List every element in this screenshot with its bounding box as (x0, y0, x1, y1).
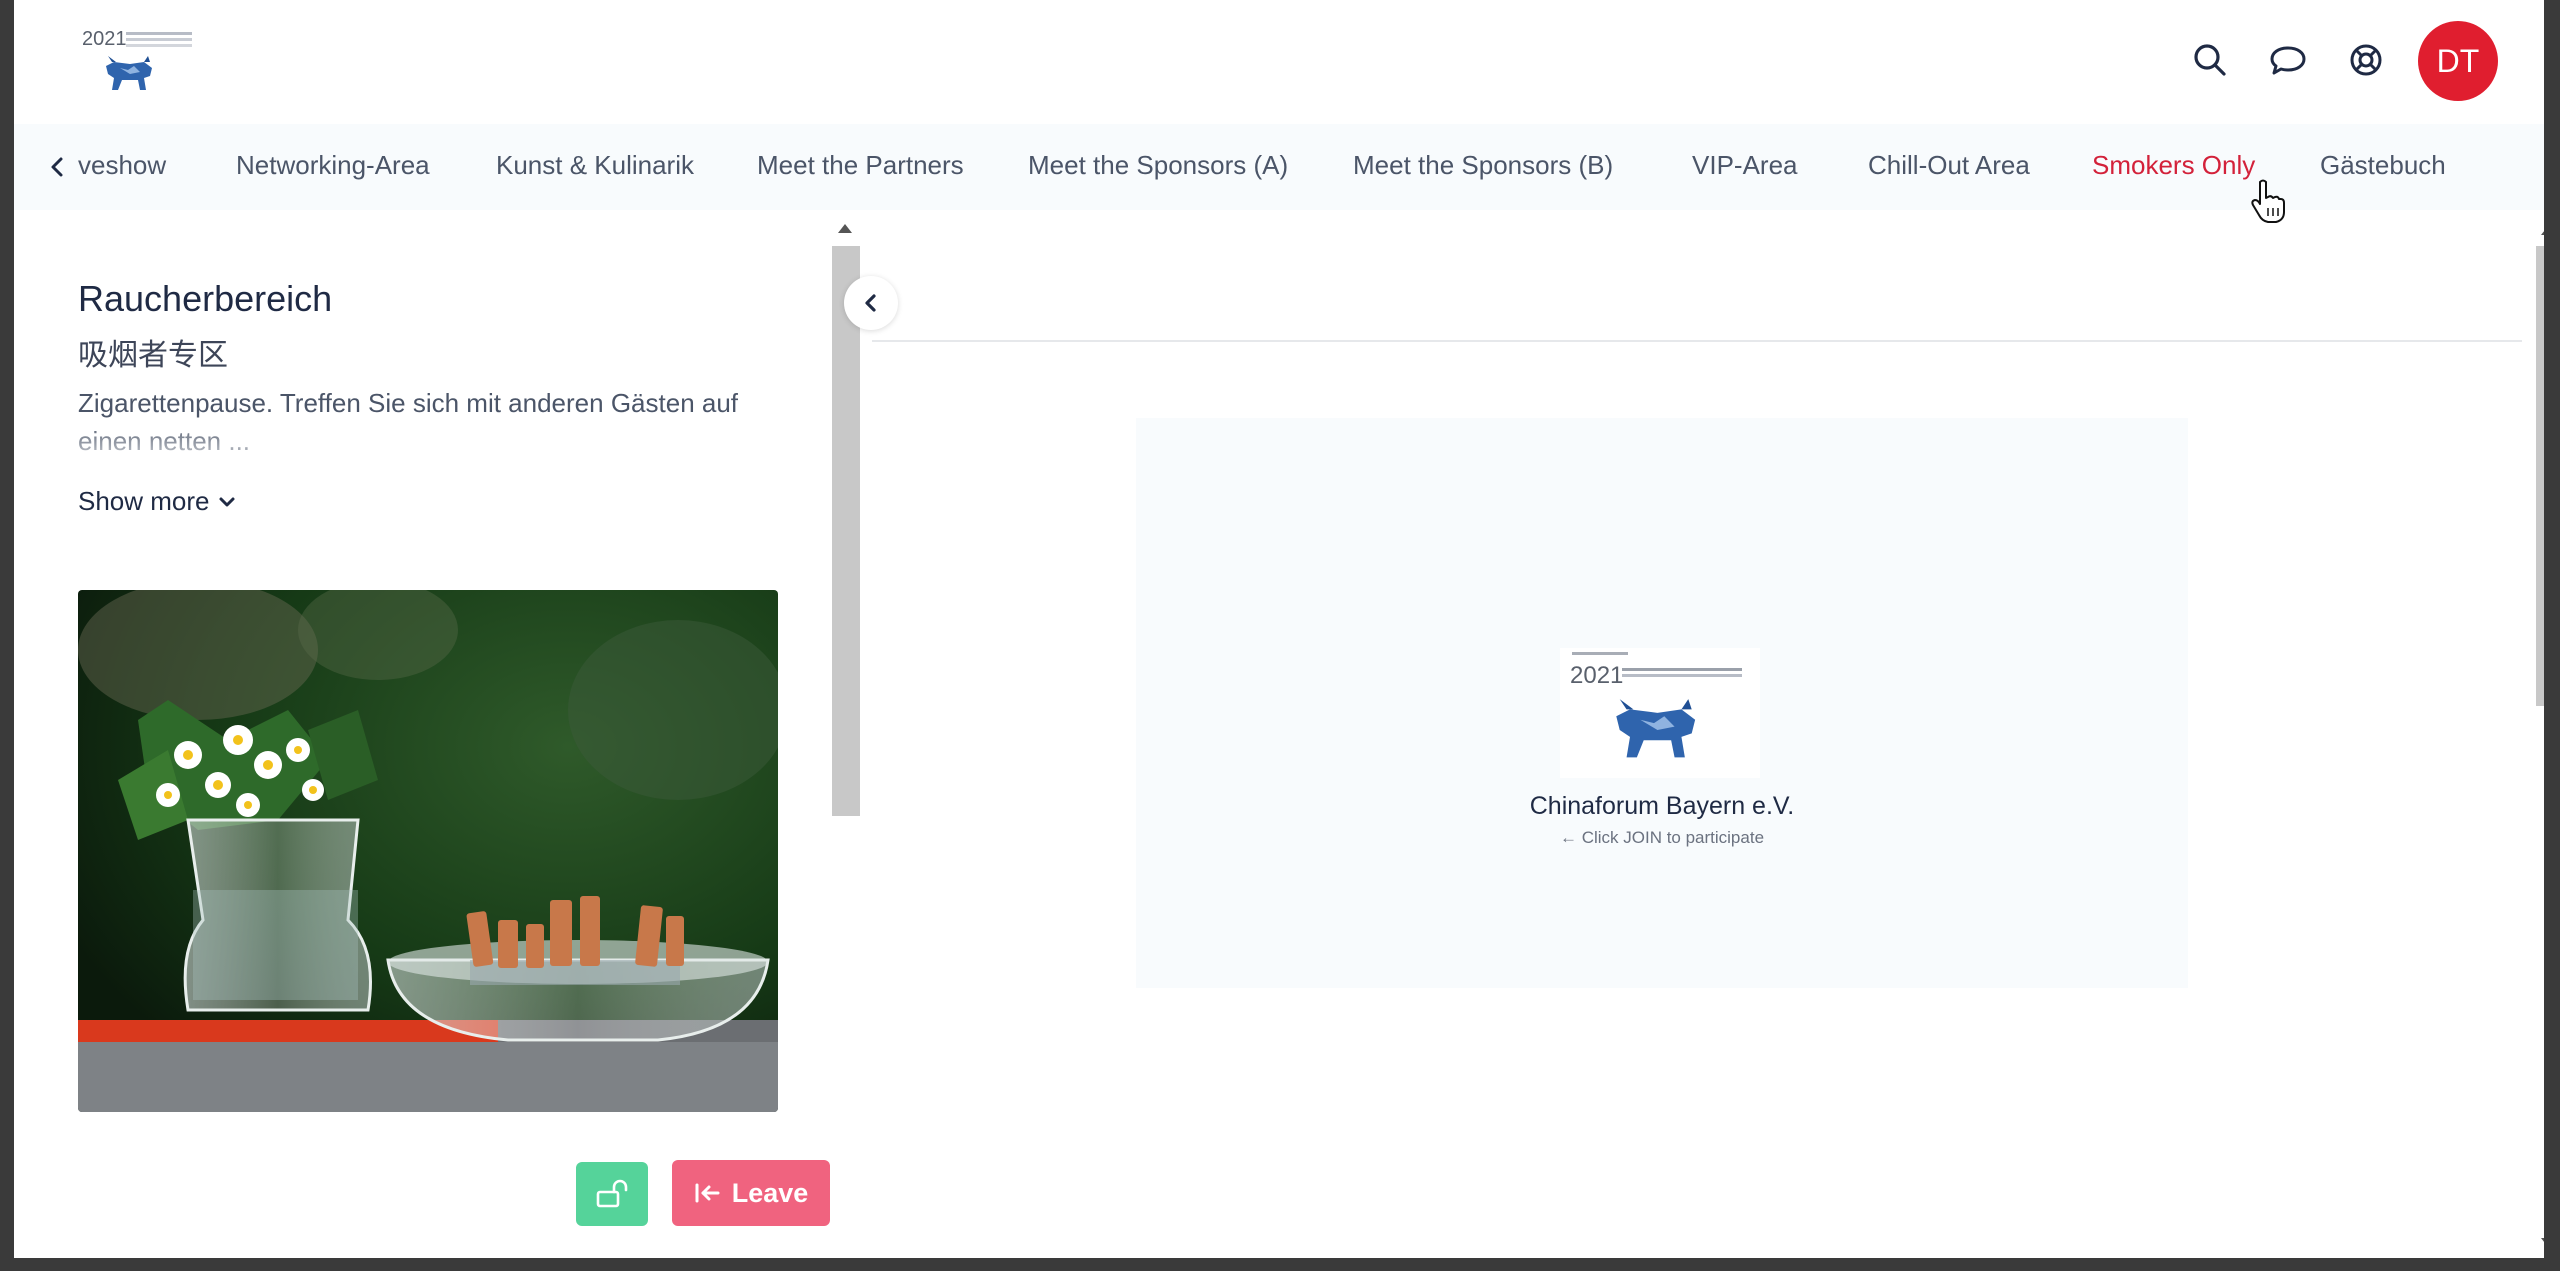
tab-networking-area[interactable]: Networking-Area (236, 150, 430, 181)
show-more-label: Show more (78, 486, 210, 516)
show-more-link[interactable]: Show more (78, 486, 236, 517)
leave-label: Leave (731, 1177, 809, 1208)
collapse-panel-button[interactable] (844, 276, 898, 330)
help-lifebuoy-icon[interactable] (2346, 40, 2386, 80)
room-info-panel: Raucherbereich 吸烟者专区 Zigarettenpause. Tr… (14, 214, 860, 1258)
chevron-left-icon (865, 294, 876, 312)
tab-vip-area[interactable]: VIP-Area (1692, 150, 1798, 181)
divider (872, 340, 2522, 342)
chevron-left-icon[interactable] (40, 150, 74, 184)
tab-smokers-only[interactable]: Smokers Only (2092, 150, 2255, 181)
tab-meet-the-sponsors-a[interactable]: Meet the Sponsors (A) (1028, 150, 1288, 181)
tab-kunst-kulinarik[interactable]: Kunst & Kulinarik (496, 150, 694, 181)
tab-chill-out-area[interactable]: Chill-Out Area (1868, 150, 2030, 181)
tab-meet-the-sponsors-b[interactable]: Meet the Sponsors (B) (1353, 150, 1613, 181)
user-avatar[interactable]: DT (2418, 21, 2498, 101)
unlock-icon (596, 1179, 628, 1208)
room-photo (78, 590, 778, 1112)
tab-liveshow[interactable]: veshow (78, 150, 166, 181)
tab-gaestebuch[interactable]: Gästebuch (2320, 150, 2446, 181)
chevron-down-icon (218, 486, 236, 517)
search-icon[interactable] (2190, 40, 2230, 80)
leave-button[interactable]: Leave (672, 1160, 830, 1226)
organizer-logo-year: 2021 (1570, 662, 1624, 689)
bull-icon (1616, 699, 1696, 758)
exit-arrow-icon (695, 1183, 720, 1203)
bull-icon (106, 56, 152, 90)
chat-icon[interactable] (2268, 40, 2308, 80)
room-title: Raucherbereich (78, 278, 333, 319)
join-hint-text: Click JOIN to participate (1581, 828, 1765, 847)
stage-panel: 2021 Chinaforum Bayern e.V. ← Click JOIN… (844, 214, 2544, 1258)
event-logo[interactable]: 2021 (64, 24, 194, 98)
app-window: 2021 DT veshow Networking-Area Kunst & K… (14, 0, 2544, 1258)
stage-scrollbar[interactable] (2536, 214, 2544, 1258)
hand-cursor-icon (2251, 179, 2285, 223)
organizer-logo: 2021 (1560, 648, 1760, 778)
room-tabs: veshow Networking-Area Kunst & Kulinarik… (14, 124, 2544, 210)
tab-meet-the-partners[interactable]: Meet the Partners (757, 150, 964, 181)
stage-placeholder: 2021 Chinaforum Bayern e.V. ← Click JOIN… (1136, 418, 2188, 988)
arrow-left-icon: ← (1559, 828, 1577, 847)
unlock-button[interactable] (576, 1162, 648, 1226)
logo-year: 2021 (82, 28, 127, 50)
room-subtitle: 吸烟者专区 (78, 338, 228, 373)
organizer-name: Chinaforum Bayern e.V. (1529, 792, 1795, 820)
join-hint: ← Click JOIN to participate (1136, 828, 2188, 848)
header: 2021 DT (14, 0, 2544, 122)
